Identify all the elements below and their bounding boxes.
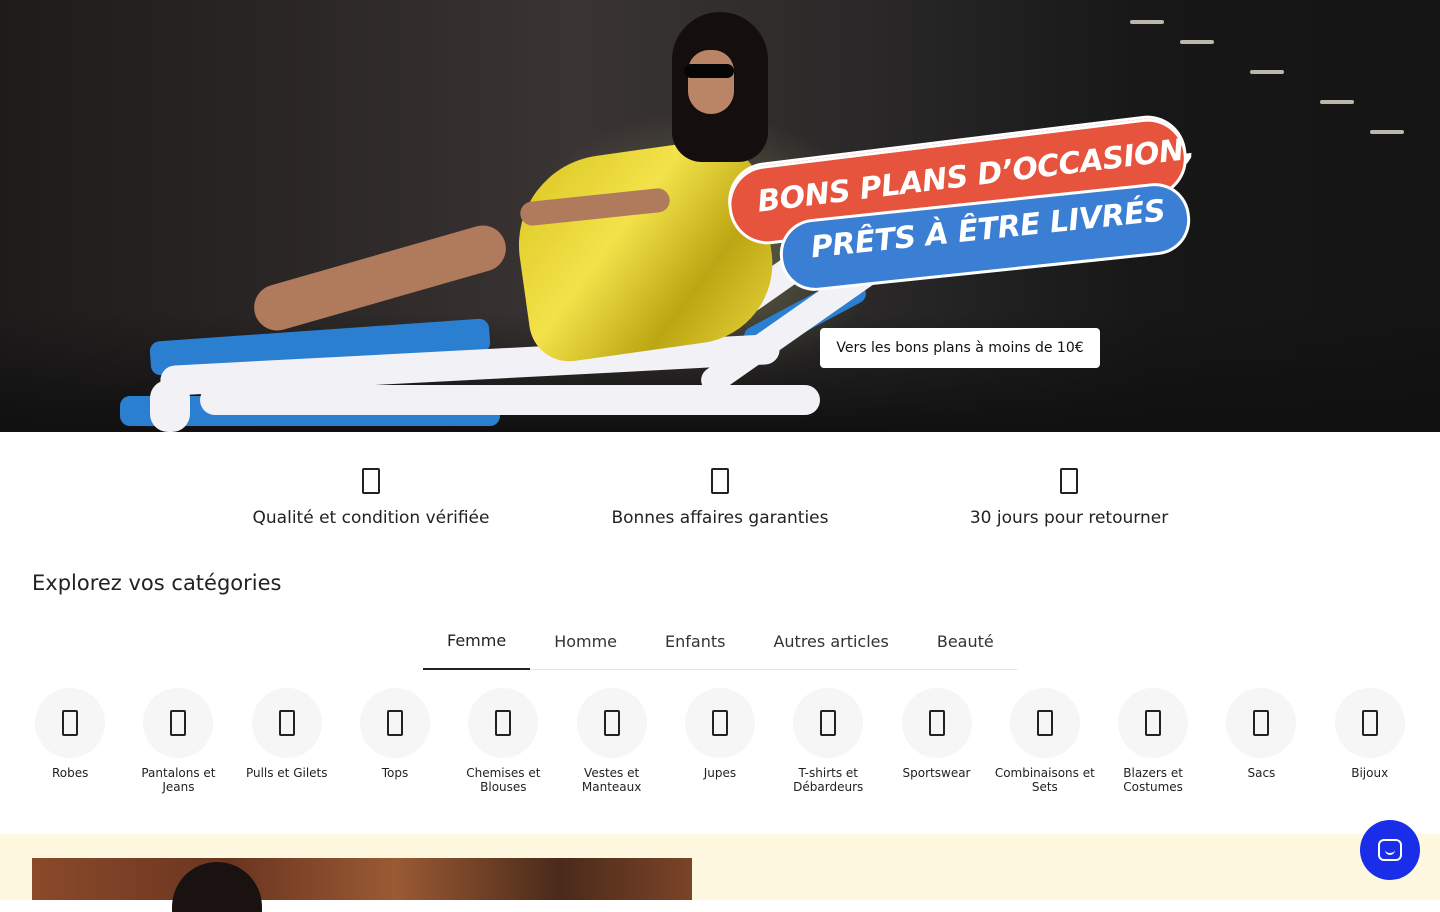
ceiling-light: [1180, 40, 1214, 44]
category-label: T-shirts et Débardeurs: [793, 766, 864, 794]
ceiling-light: [1250, 70, 1284, 74]
featured-section: [0, 834, 1440, 912]
jumpsuit-icon: [1036, 710, 1053, 736]
category-tshirts-debardeurs[interactable]: T-shirts et Débardeurs: [774, 688, 882, 794]
features-row: Qualité et condition vérifiée Bonnes aff…: [0, 468, 1440, 528]
deal-tag-icon: [711, 468, 729, 494]
featured-image[interactable]: [32, 858, 692, 912]
category-circle: [576, 688, 647, 758]
bag-icon: [1253, 710, 1270, 736]
category-label: Bijoux: [1351, 766, 1389, 780]
category-circle: [360, 688, 431, 758]
hero-banner[interactable]: BONS PLANS D’OCCASION, PRÊTS À ÊTRE LIVR…: [0, 0, 1440, 432]
top-icon: [387, 710, 404, 736]
category-tabs: Femme Homme Enfants Autres articles Beau…: [423, 612, 1017, 670]
category-bijoux[interactable]: Bijoux: [1316, 688, 1424, 794]
feature-label: Bonnes affaires garanties: [611, 508, 829, 528]
blazer-icon: [1145, 710, 1162, 736]
category-label: Pantalons et Jeans: [141, 766, 216, 794]
category-combinaisons-sets[interactable]: Combinaisons et Sets: [991, 688, 1099, 794]
sportswear-icon: [928, 710, 945, 736]
category-circle: [684, 688, 755, 758]
category-label: Tops: [381, 766, 409, 780]
feature-label: Qualité et condition vérifiée: [252, 508, 490, 528]
category-circle: [468, 688, 539, 758]
category-robes[interactable]: Robes: [16, 688, 124, 794]
category-label: Vestes et Manteaux: [581, 766, 642, 794]
category-label: Combinaisons et Sets: [994, 766, 1095, 794]
ceiling-light: [1130, 20, 1164, 24]
sweater-icon: [278, 710, 295, 736]
tab-autres-articles[interactable]: Autres articles: [749, 612, 912, 670]
category-circle: [1226, 688, 1297, 758]
category-circle: [1334, 688, 1405, 758]
category-sportswear[interactable]: Sportswear: [882, 688, 990, 794]
skirt-icon: [711, 710, 728, 736]
tshirt-icon: [820, 710, 837, 736]
category-label: Jupes: [703, 766, 737, 780]
category-label: Sportswear: [902, 766, 971, 780]
category-label: Chemises et Blouses: [466, 766, 541, 794]
category-circle: [1118, 688, 1189, 758]
feature-label: 30 jours pour retourner: [969, 508, 1169, 528]
dress-icon: [62, 710, 79, 736]
category-label: Sacs: [1247, 766, 1276, 780]
category-circle: [251, 688, 322, 758]
category-label: Blazers et Costumes: [1123, 766, 1183, 794]
category-blazers-costumes[interactable]: Blazers et Costumes: [1099, 688, 1207, 794]
feature-returns: 30 jours pour retourner: [895, 468, 1244, 528]
category-label: Robes: [51, 766, 89, 780]
tab-beaute[interactable]: Beauté: [913, 612, 1018, 670]
category-pantalons-jeans[interactable]: Pantalons et Jeans: [124, 688, 232, 794]
category-circle: [793, 688, 864, 758]
tab-enfants[interactable]: Enfants: [641, 612, 749, 670]
jewelry-icon: [1361, 710, 1378, 736]
coat-icon: [603, 710, 620, 736]
chat-button[interactable]: [1360, 820, 1420, 880]
tab-femme[interactable]: Femme: [423, 612, 531, 670]
category-circle: [1009, 688, 1080, 758]
feature-deals: Bonnes affaires garanties: [546, 468, 895, 528]
pants-icon: [170, 710, 187, 736]
categories-title: Explorez vos catégories: [32, 571, 282, 595]
category-tops[interactable]: Tops: [341, 688, 449, 794]
quality-check-icon: [362, 468, 380, 494]
return-box-icon: [1060, 468, 1078, 494]
deals-under-10-button[interactable]: Vers les bons plans à moins de 10€: [820, 328, 1100, 368]
feature-quality: Qualité et condition vérifiée: [197, 468, 546, 528]
category-vestes-manteaux[interactable]: Vestes et Manteaux: [557, 688, 665, 794]
ceiling-light: [1320, 100, 1354, 104]
category-chemises-blouses[interactable]: Chemises et Blouses: [449, 688, 557, 794]
category-jupes[interactable]: Jupes: [666, 688, 774, 794]
tab-homme[interactable]: Homme: [530, 612, 641, 670]
category-pulls-gilets[interactable]: Pulls et Gilets: [233, 688, 341, 794]
category-circle: [35, 688, 106, 758]
ceiling-light: [1370, 130, 1404, 134]
chat-icon: [1378, 839, 1402, 861]
featured-image-person: [172, 862, 262, 912]
category-circle: [901, 688, 972, 758]
category-list: Robes Pantalons et Jeans Pulls et Gilets…: [16, 688, 1424, 794]
shirt-icon: [495, 710, 512, 736]
category-circle: [143, 688, 214, 758]
category-sacs[interactable]: Sacs: [1207, 688, 1315, 794]
category-label: Pulls et Gilets: [245, 766, 328, 780]
